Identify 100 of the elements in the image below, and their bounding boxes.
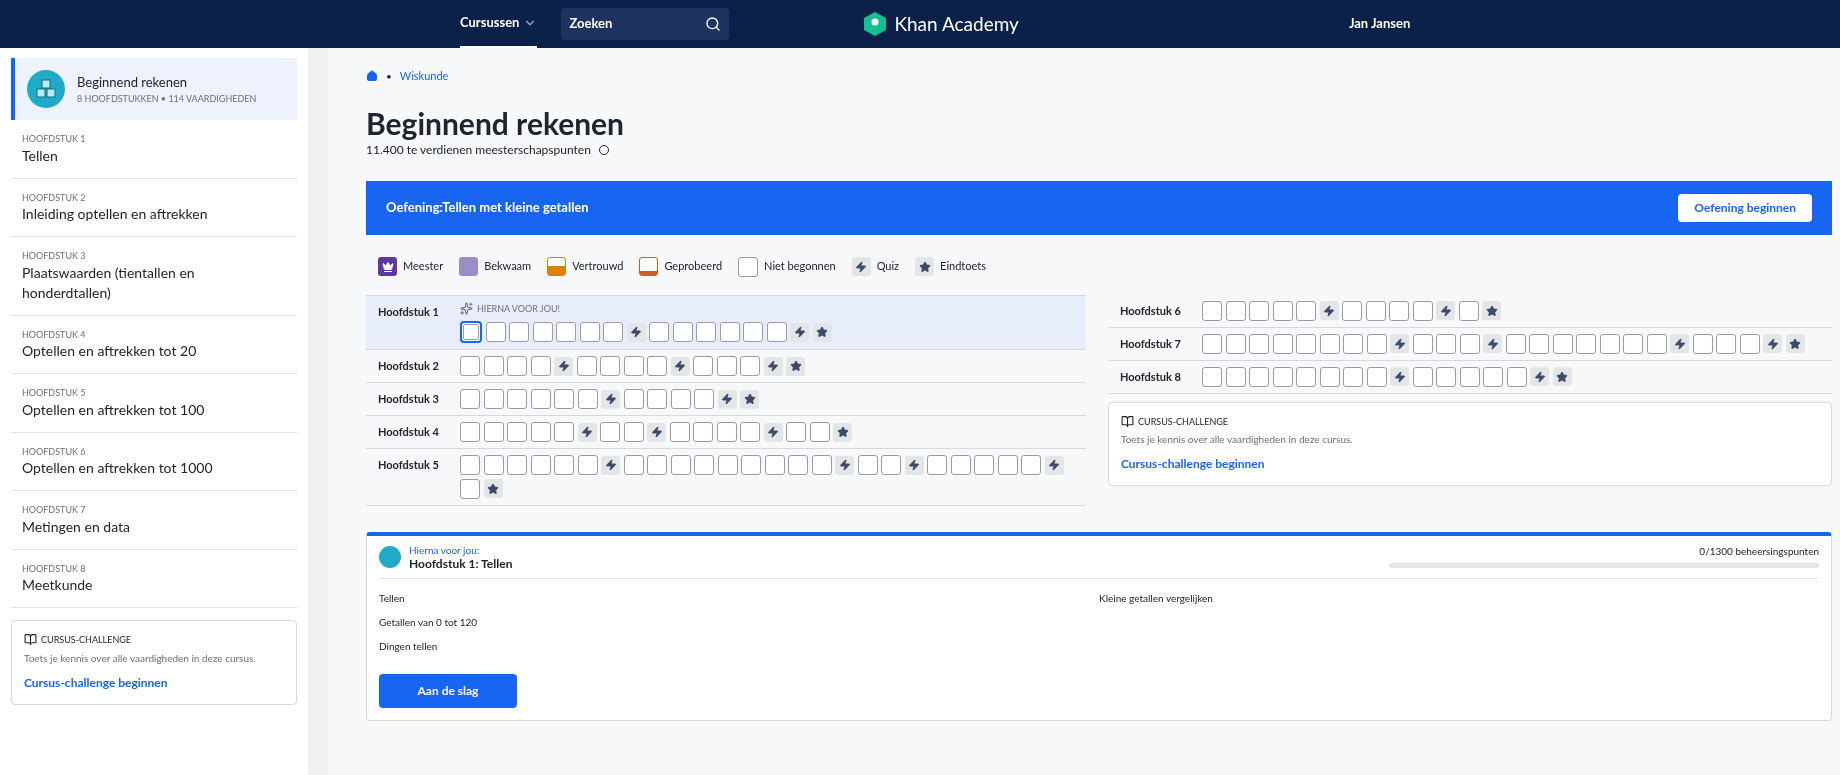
skill-square[interactable]	[717, 455, 738, 475]
skill-square[interactable]	[1436, 333, 1456, 354]
quiz-icon[interactable]	[835, 455, 854, 475]
chapter-link[interactable]: HOOFDSTUK 2 Inleiding optellen en aftrekken	[11, 178, 297, 237]
skill-square[interactable]	[1272, 333, 1293, 354]
skill-square[interactable]	[1272, 300, 1293, 321]
skill-square[interactable]	[672, 322, 693, 342]
skill-square[interactable]	[460, 356, 480, 376]
skill-square[interactable]	[974, 455, 994, 475]
quiz-icon[interactable]	[626, 322, 646, 342]
skill-square[interactable]	[1576, 333, 1596, 354]
skill-square[interactable]	[647, 389, 667, 409]
breadcrumb-link[interactable]: Wiskunde	[399, 68, 449, 85]
chapter-name[interactable]: Hoofdstuk 7	[1120, 333, 1190, 354]
skill-square[interactable]	[579, 322, 600, 342]
quiz-icon[interactable]	[647, 422, 666, 442]
skill-square[interactable]	[1552, 333, 1573, 354]
skill-square[interactable]	[1272, 366, 1293, 387]
quiz-icon[interactable]	[763, 356, 783, 376]
skill-square[interactable]	[460, 389, 480, 409]
skill-square[interactable]	[1296, 366, 1316, 387]
current-skill-square[interactable]	[460, 321, 482, 343]
quiz-icon[interactable]	[1319, 301, 1339, 320]
skill-square[interactable]	[1225, 333, 1246, 354]
skill-square[interactable]	[1296, 333, 1316, 354]
courses-menu[interactable]: Cursussen	[460, 0, 538, 48]
khan-academy-logo[interactable]: Khan Academy	[864, 9, 1019, 39]
skill-square[interactable]	[1343, 366, 1363, 387]
skill-square[interactable]	[1249, 366, 1269, 387]
skill-square[interactable]	[1436, 366, 1456, 387]
skill-square[interactable]	[719, 322, 740, 342]
skill-square[interactable]	[1319, 366, 1340, 387]
skill-square[interactable]	[1249, 333, 1269, 354]
chapter-name[interactable]: Hoofdstuk 8	[1120, 366, 1190, 387]
skill-square[interactable]	[554, 389, 574, 409]
skill-name[interactable]: Tellen	[379, 590, 1099, 606]
chapter-name[interactable]: Hoofdstuk 5	[378, 455, 448, 499]
challenge-link[interactable]: Cursus-challenge beginnen	[1121, 455, 1819, 473]
skill-square[interactable]	[530, 455, 551, 475]
skill-square[interactable]	[530, 422, 551, 442]
quiz-icon[interactable]	[601, 389, 620, 409]
skill-square[interactable]	[507, 422, 527, 442]
course-item[interactable]: Beginnend rekenen 8 HOOFDSTUKKEN • 114 VAARDIGHEDEN	[11, 58, 297, 120]
skill-square[interactable]	[485, 322, 506, 342]
skill-square[interactable]	[1202, 366, 1222, 387]
skill-square[interactable]	[693, 422, 713, 442]
quiz-icon[interactable]	[1044, 455, 1064, 475]
chapter-name[interactable]: Hoofdstuk 6	[1120, 300, 1190, 321]
skill-square[interactable]	[1365, 300, 1386, 321]
get-started-button[interactable]: Aan de slag	[379, 673, 517, 708]
skill-square[interactable]	[554, 455, 574, 475]
chapter-link[interactable]: HOOFDSTUK 1 Tellen	[11, 120, 297, 179]
skill-square[interactable]	[1225, 366, 1246, 387]
search-field[interactable]: Zoeken	[561, 8, 730, 40]
skill-square[interactable]	[1343, 333, 1363, 354]
chapter-name[interactable]: Hoofdstuk 3	[378, 389, 448, 409]
skill-square[interactable]	[532, 322, 553, 342]
skill-square[interactable]	[696, 322, 716, 342]
quiz-icon[interactable]	[1670, 334, 1689, 353]
chapter-link[interactable]: HOOFDSTUK 3 Plaatswaarden (tientallen en honderdtallen)	[11, 237, 297, 316]
quiz-icon[interactable]	[670, 356, 690, 376]
quiz-icon[interactable]	[717, 389, 737, 409]
skill-square[interactable]	[670, 389, 691, 409]
quiz-icon[interactable]	[554, 356, 573, 376]
chapter-link[interactable]: HOOFDSTUK 6 Optellen en aftrekken tot 1000	[11, 432, 297, 491]
skill-square[interactable]	[1483, 366, 1503, 387]
quiz-icon[interactable]	[601, 455, 620, 475]
skill-square[interactable]	[647, 455, 667, 475]
quiz-icon[interactable]	[904, 455, 924, 475]
skill-square[interactable]	[483, 389, 504, 409]
quiz-icon[interactable]	[763, 422, 783, 442]
quiz-icon[interactable]	[790, 322, 809, 342]
skill-square[interactable]	[1225, 300, 1246, 321]
skill-name[interactable]: Dingen tellen	[379, 638, 1099, 654]
skill-square[interactable]	[1529, 333, 1549, 354]
skill-square[interactable]	[1389, 300, 1409, 321]
skill-square[interactable]	[716, 356, 737, 376]
start-practice-button[interactable]: Oefening beginnen	[1678, 193, 1812, 222]
skill-square[interactable]	[694, 455, 714, 475]
challenge-link[interactable]: Cursus-challenge beginnen	[24, 673, 284, 692]
skill-square[interactable]	[670, 455, 691, 475]
skill-square[interactable]	[1202, 333, 1222, 354]
quiz-icon[interactable]	[1483, 334, 1502, 353]
chapter-link[interactable]: HOOFDSTUK 5 Optellen en aftrekken tot 100	[11, 374, 297, 433]
quiz-icon[interactable]	[851, 257, 871, 276]
quiz-icon[interactable]	[577, 422, 597, 442]
quiz-icon[interactable]	[1390, 367, 1409, 386]
home-icon[interactable]	[366, 70, 378, 83]
quiz-icon[interactable]	[1530, 367, 1549, 386]
skill-square[interactable]	[556, 322, 576, 342]
skill-square[interactable]	[509, 322, 529, 342]
skill-square[interactable]	[738, 256, 759, 277]
skill-square[interactable]	[507, 356, 527, 376]
skill-square[interactable]	[1599, 333, 1620, 354]
skill-square[interactable]	[1716, 333, 1736, 354]
user-name[interactable]: Jan Jansen	[1348, 14, 1411, 34]
skill-name[interactable]: Getallen van 0 tot 120	[379, 614, 1099, 630]
skill-square[interactable]	[1459, 366, 1480, 387]
skill-square[interactable]	[997, 455, 1018, 475]
skill-square[interactable]	[716, 422, 737, 442]
